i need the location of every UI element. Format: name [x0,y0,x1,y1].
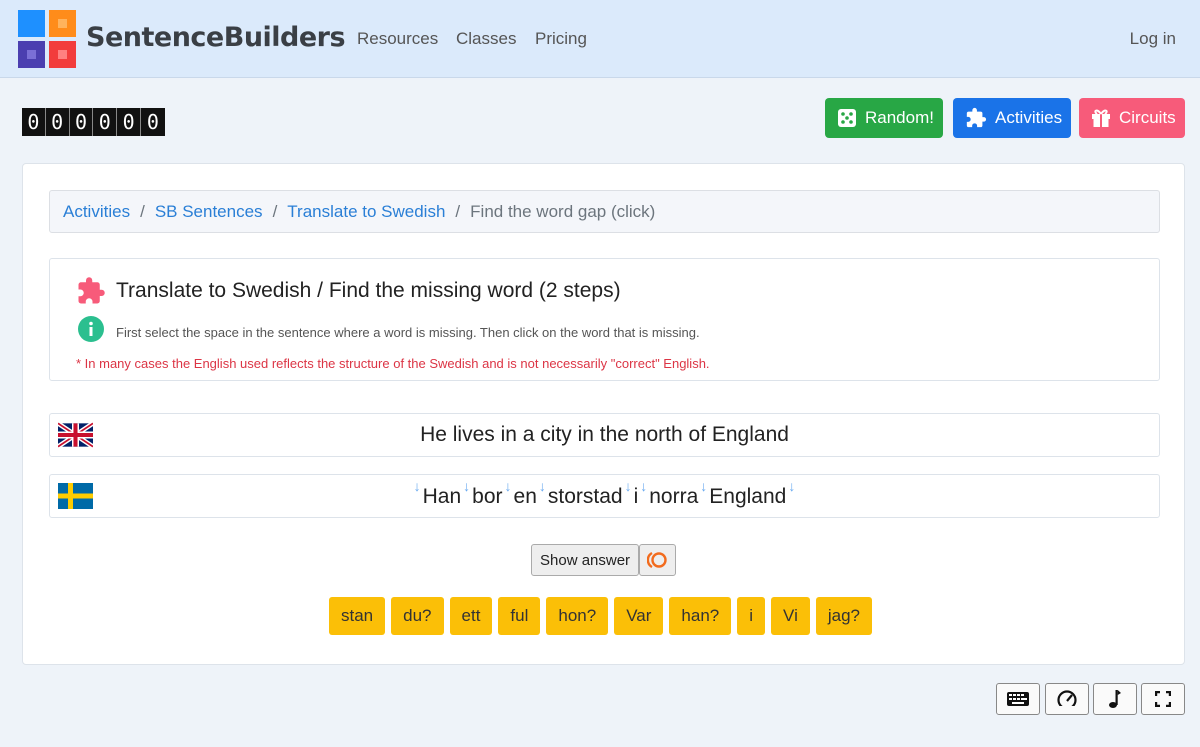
swedish-word: bor [472,485,503,508]
breadcrumb-translate[interactable]: Translate to Swedish [287,202,445,222]
brand-name[interactable]: SentenceBuilders [86,22,346,53]
gap-marker[interactable]: ↓ [623,478,634,494]
activities-label: Activities [995,108,1063,127]
breadcrumb-sb-sentences[interactable]: SB Sentences [155,202,263,222]
counter-digit: 0 [22,108,46,136]
counter-digit: 0 [117,108,141,136]
circuits-button[interactable]: Circuits [1079,98,1185,138]
activity-card: Activities / SB Sentences / Translate to… [22,163,1185,665]
word-choice[interactable]: Var [614,597,664,635]
fullscreen-button[interactable] [1141,683,1185,715]
music-button[interactable] [1093,683,1137,715]
random-button[interactable]: Random! [825,98,943,138]
circuits-label: Circuits [1119,108,1176,127]
word-choice[interactable]: ett [449,597,493,635]
counter-digit: 0 [69,108,94,136]
english-note: * In many cases the English used reflect… [76,356,710,371]
breadcrumb-separator: / [455,201,461,221]
login-link[interactable]: Log in [1130,29,1176,49]
swedish-word: England [709,485,787,508]
swedish-word: Han [422,485,462,508]
gap-marker[interactable]: ↓ [638,478,649,494]
puzzle-icon [78,277,105,304]
gap-marker[interactable]: ↓ [786,478,797,494]
random-label: Random! [865,108,934,127]
speed-button[interactable] [1045,683,1089,715]
navbar: SentenceBuilders Resources Classes Prici… [0,0,1200,78]
swedish-sentence-row: ↓ Han ↓ bor ↓ en ↓ storstad ↓ i ↓ norra … [49,474,1160,518]
english-sentence-row: He lives in a city in the north of Engla… [49,413,1160,457]
reset-icon [646,551,667,569]
show-answer-button[interactable]: Show answer [531,544,640,576]
counter-digit: 0 [45,108,70,136]
swedish-sentence: ↓ Han ↓ bor ↓ en ↓ storstad ↓ i ↓ norra … [50,475,1159,517]
word-choice[interactable]: stan [329,597,386,635]
gift-icon [1092,109,1110,127]
info-icon [78,316,104,342]
dice-icon [838,109,856,127]
reset-button[interactable] [639,544,676,576]
counter-digit: 0 [140,108,165,136]
gap-marker[interactable]: ↓ [503,478,514,494]
breadcrumb-separator: / [272,201,278,221]
gap-marker[interactable]: ↓ [698,478,709,494]
activities-button[interactable]: Activities [953,98,1071,138]
nav-pricing[interactable]: Pricing [535,29,587,49]
music-note-icon [1109,690,1121,708]
word-choice[interactable]: Vi [771,597,810,635]
activity-title: Translate to Swedish / Find the missing … [116,279,621,302]
swedish-word: storstad [547,485,623,508]
keyboard-icon [1007,692,1029,706]
word-choice[interactable]: jag? [815,597,872,635]
gap-marker[interactable]: ↓ [461,478,472,494]
logo[interactable] [18,10,76,68]
keyboard-button[interactable] [996,683,1040,715]
score-counter: 0 0 0 0 0 0 [22,108,165,136]
swedish-word: en [513,485,537,508]
word-choice[interactable]: han? [669,597,732,635]
word-choice[interactable]: i [737,597,766,635]
word-choice[interactable]: du? [391,597,444,635]
gap-marker[interactable]: ↓ [537,478,548,494]
nav-classes[interactable]: Classes [456,29,516,49]
word-choices: stan du? ett ful hon? Var han? i Vi jag? [329,597,878,635]
puzzle-icon [966,107,987,128]
breadcrumb-current: Find the word gap (click) [470,201,656,221]
instructions-panel: Translate to Swedish / Find the missing … [49,258,1160,381]
breadcrumb-separator: / [140,201,145,221]
gap-marker[interactable]: ↓ [412,478,423,494]
breadcrumb-activities[interactable]: Activities [63,202,130,222]
fullscreen-icon [1155,691,1171,707]
word-choice[interactable]: hon? [546,597,609,635]
swedish-word: norra [649,485,699,508]
nav-resources[interactable]: Resources [357,29,438,49]
english-sentence: He lives in a city in the north of Engla… [420,423,789,446]
counter-digit: 0 [93,108,118,136]
word-choice[interactable]: ful [498,597,541,635]
breadcrumb: Activities / SB Sentences / Translate to… [49,190,1160,233]
speedometer-icon [1057,690,1077,709]
instructions-text: First select the space in the sentence w… [116,325,700,340]
